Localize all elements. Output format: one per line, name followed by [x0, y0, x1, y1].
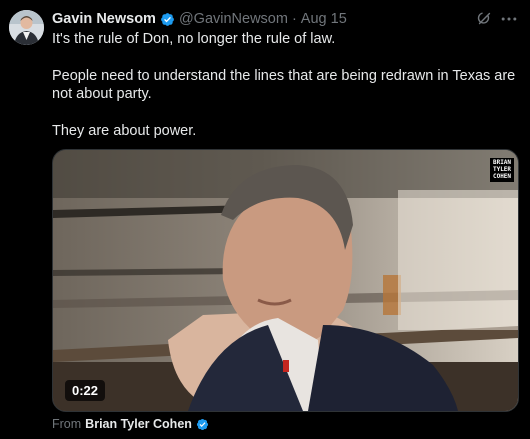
watermark-line: COHEN — [492, 173, 512, 180]
author-name[interactable]: Gavin Newsom — [52, 11, 156, 27]
verified-badge-icon — [196, 418, 208, 430]
post-header: Gavin Newsom @GavinNewsom · Aug 15 — [52, 9, 490, 29]
watermark-line: BRIAN — [492, 159, 512, 166]
post-date[interactable]: Aug 15 — [301, 11, 347, 27]
post-text: It's the rule of Don, no longer the rule… — [52, 30, 522, 140]
attribution-source[interactable]: Brian Tyler Cohen — [85, 417, 192, 431]
video-player[interactable]: BRIAN TYLER COHEN 0:22 — [52, 149, 519, 412]
video-frame — [53, 150, 518, 411]
verified-badge-icon — [161, 12, 174, 26]
attribution-prefix: From — [52, 417, 82, 431]
media-attribution: From Brian Tyler Cohen — [52, 417, 213, 431]
grok-icon[interactable] — [476, 10, 493, 27]
post[interactable]: Gavin Newsom @GavinNewsom · Aug 15 It's … — [0, 0, 530, 439]
post-paragraph: People need to understand the lines that… — [52, 67, 516, 103]
author-avatar[interactable] — [9, 10, 44, 45]
channel-watermark: BRIAN TYLER COHEN — [490, 158, 514, 182]
author-handle[interactable]: @GavinNewsom — [179, 11, 288, 27]
post-paragraph: They are about power. — [52, 122, 197, 139]
avatar-image — [9, 10, 44, 45]
video-duration: 0:22 — [65, 380, 106, 401]
watermark-line: TYLER — [492, 166, 512, 173]
header-separator: · — [291, 11, 297, 27]
more-options-icon[interactable] — [499, 9, 519, 29]
post-paragraph: It's the rule of Don, no longer the rule… — [52, 31, 336, 47]
